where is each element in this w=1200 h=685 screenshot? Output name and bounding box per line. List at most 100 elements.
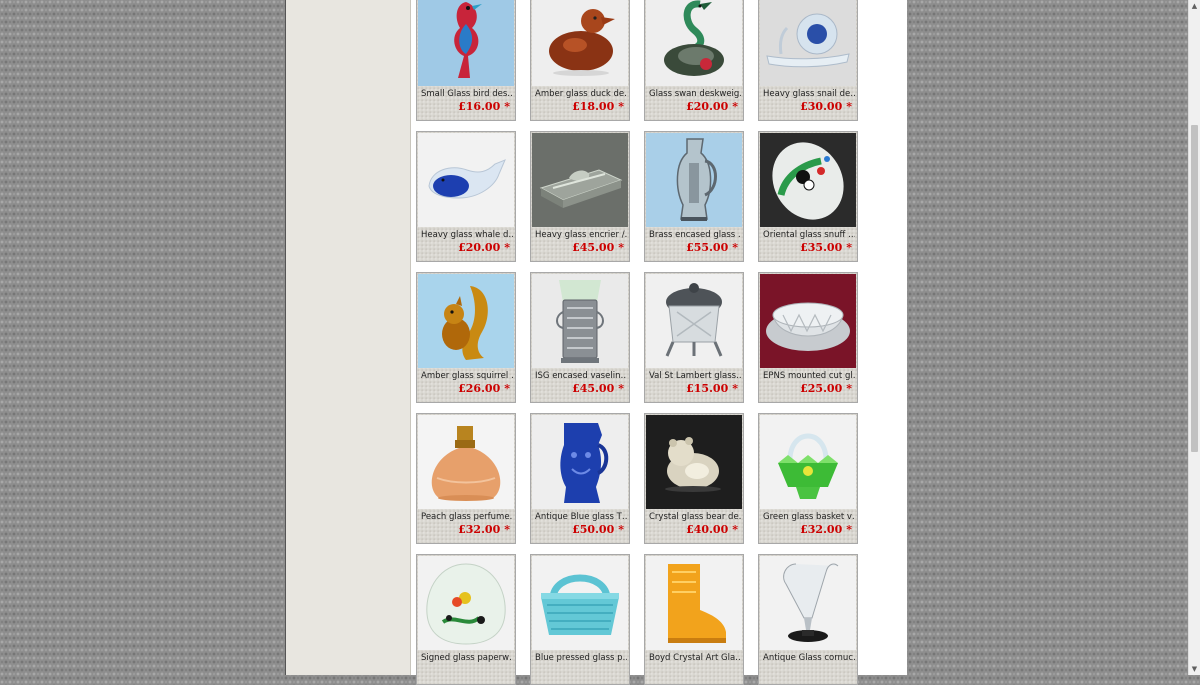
product-image[interactable]	[532, 0, 628, 86]
product-name-link[interactable]: Antique Glass cornuc…	[763, 653, 855, 664]
product-name-link[interactable]: Boyd Crystal Art Gla…	[649, 653, 741, 664]
product-name-link[interactable]: Signed glass paperw…	[421, 653, 513, 664]
product-name-link[interactable]: Heavy glass snail de…	[763, 89, 855, 100]
vaseline-vase-icon	[547, 274, 613, 368]
product-image[interactable]	[760, 133, 856, 227]
glass-whale-icon	[421, 150, 511, 210]
price-amount: £15.00	[686, 382, 729, 395]
price-marker: *	[732, 382, 738, 395]
glass-squirrel-icon	[426, 276, 506, 366]
price-amount: £32.00	[458, 523, 501, 536]
price-amount: £50.00	[572, 523, 615, 536]
price-marker: *	[846, 382, 852, 395]
price-marker: *	[504, 241, 510, 254]
product-name-link[interactable]: EPNS mounted cut gl…	[763, 371, 855, 382]
price-amount: £20.00	[686, 100, 729, 113]
product-name-link[interactable]: ISG encased vaselin…	[535, 371, 627, 382]
product-price: £45.00 *	[572, 382, 624, 395]
product-card[interactable]: Green glass basket v… £32.00 *	[758, 413, 858, 544]
price-marker: *	[504, 100, 510, 113]
product-name-link[interactable]: Blue pressed glass p…	[535, 653, 627, 664]
product-card[interactable]: Antique Glass cornuc…	[758, 554, 858, 685]
product-name-link[interactable]: Peach glass perfume…	[421, 512, 513, 523]
product-image[interactable]	[760, 0, 856, 86]
product-name-link[interactable]: Amber glass squirrel …	[421, 371, 513, 382]
scroll-up-arrow[interactable]: ▲	[1189, 0, 1200, 12]
product-image[interactable]	[418, 133, 514, 227]
price-amount: £35.00	[800, 241, 843, 254]
product-name-link[interactable]: Heavy glass encrier /…	[535, 230, 627, 241]
product-price: £40.00 *	[686, 523, 738, 536]
product-gallery: Small Glass bird des… £16.00 * Amber glass …	[416, 0, 896, 685]
product-card[interactable]: Signed glass paperw…	[416, 554, 516, 685]
crystal-bear-icon	[647, 427, 741, 497]
product-card[interactable]: Amber glass squirrel … £26.00 *	[416, 272, 516, 403]
product-card[interactable]: Blue pressed glass p…	[530, 554, 630, 685]
product-image[interactable]	[532, 133, 628, 227]
sidebar	[286, 0, 411, 675]
product-name-link[interactable]: Val St Lambert glass…	[649, 371, 741, 382]
product-image[interactable]	[532, 274, 628, 368]
price-amount: £18.00	[572, 100, 615, 113]
product-card[interactable]: Val St Lambert glass… £15.00 *	[644, 272, 744, 403]
product-card[interactable]: Heavy glass snail de… £30.00 *	[758, 0, 858, 121]
price-amount: £16.00	[458, 100, 501, 113]
green-basket-icon	[770, 415, 846, 509]
product-price	[506, 664, 510, 677]
product-name-link[interactable]: Glass swan deskweig…	[649, 89, 741, 100]
product-price	[734, 664, 738, 677]
product-image[interactable]	[418, 274, 514, 368]
blue-toby-jug-icon	[550, 415, 610, 509]
product-image[interactable]	[532, 415, 628, 509]
price-amount: £25.00	[800, 382, 843, 395]
scrollbar-thumb[interactable]	[1191, 125, 1198, 453]
product-price	[848, 664, 852, 677]
product-card[interactable]: EPNS mounted cut gl… £25.00 *	[758, 272, 858, 403]
product-name-link[interactable]: Oriental glass snuff …	[763, 230, 855, 241]
price-amount: £26.00	[458, 382, 501, 395]
product-image[interactable]	[646, 415, 742, 509]
product-image[interactable]	[646, 274, 742, 368]
glass-inkwell-icon	[533, 144, 627, 216]
product-card[interactable]: Small Glass bird des… £16.00 *	[416, 0, 516, 121]
product-image[interactable]	[418, 0, 514, 86]
product-image[interactable]	[646, 556, 742, 650]
product-name-link[interactable]: Small Glass bird des…	[421, 89, 513, 100]
product-card[interactable]: Heavy glass whale d… £20.00 *	[416, 131, 516, 262]
price-marker: *	[846, 100, 852, 113]
product-image[interactable]	[418, 415, 514, 509]
product-card[interactable]: Oriental glass snuff … £35.00 *	[758, 131, 858, 262]
product-price: £20.00 *	[686, 100, 738, 113]
product-card[interactable]: Heavy glass encrier /… £45.00 *	[530, 131, 630, 262]
product-card[interactable]: Crystal glass bear de… £40.00 *	[644, 413, 744, 544]
price-marker: *	[504, 523, 510, 536]
price-marker: *	[618, 100, 624, 113]
product-price: £30.00 *	[800, 100, 852, 113]
product-card[interactable]: Amber glass duck de… £18.00 *	[530, 0, 630, 121]
product-price: £50.00 *	[572, 523, 624, 536]
scroll-down-arrow[interactable]: ▼	[1189, 663, 1200, 675]
product-card[interactable]: ISG encased vaselin… £45.00 *	[530, 272, 630, 403]
product-name-link[interactable]: Brass encased glass …	[649, 230, 741, 241]
product-image[interactable]	[760, 415, 856, 509]
product-name-link[interactable]: Heavy glass whale d…	[421, 230, 513, 241]
product-price: £16.00 *	[458, 100, 510, 113]
glass-bird-icon	[436, 0, 496, 84]
product-name-link[interactable]: Green glass basket v…	[763, 512, 855, 523]
vertical-scrollbar[interactable]: ▲ ▼	[1188, 0, 1200, 675]
price-amount: £32.00	[800, 523, 843, 536]
product-card[interactable]: Glass swan deskweig… £20.00 *	[644, 0, 744, 121]
product-name-link[interactable]: Amber glass duck de…	[535, 89, 627, 100]
product-name-link[interactable]: Crystal glass bear de…	[649, 512, 741, 523]
product-image[interactable]	[760, 274, 856, 368]
product-card[interactable]: Peach glass perfume… £32.00 *	[416, 413, 516, 544]
product-image[interactable]	[418, 556, 514, 650]
product-card[interactable]: Brass encased glass … £55.00 *	[644, 131, 744, 262]
product-card[interactable]: Boyd Crystal Art Gla…	[644, 554, 744, 685]
product-image[interactable]	[646, 133, 742, 227]
product-name-link[interactable]: Antique Blue glass T…	[535, 512, 627, 523]
product-card[interactable]: Antique Blue glass T… £50.00 *	[530, 413, 630, 544]
product-image[interactable]	[646, 0, 742, 86]
product-image[interactable]	[532, 556, 628, 650]
product-image[interactable]	[760, 556, 856, 650]
